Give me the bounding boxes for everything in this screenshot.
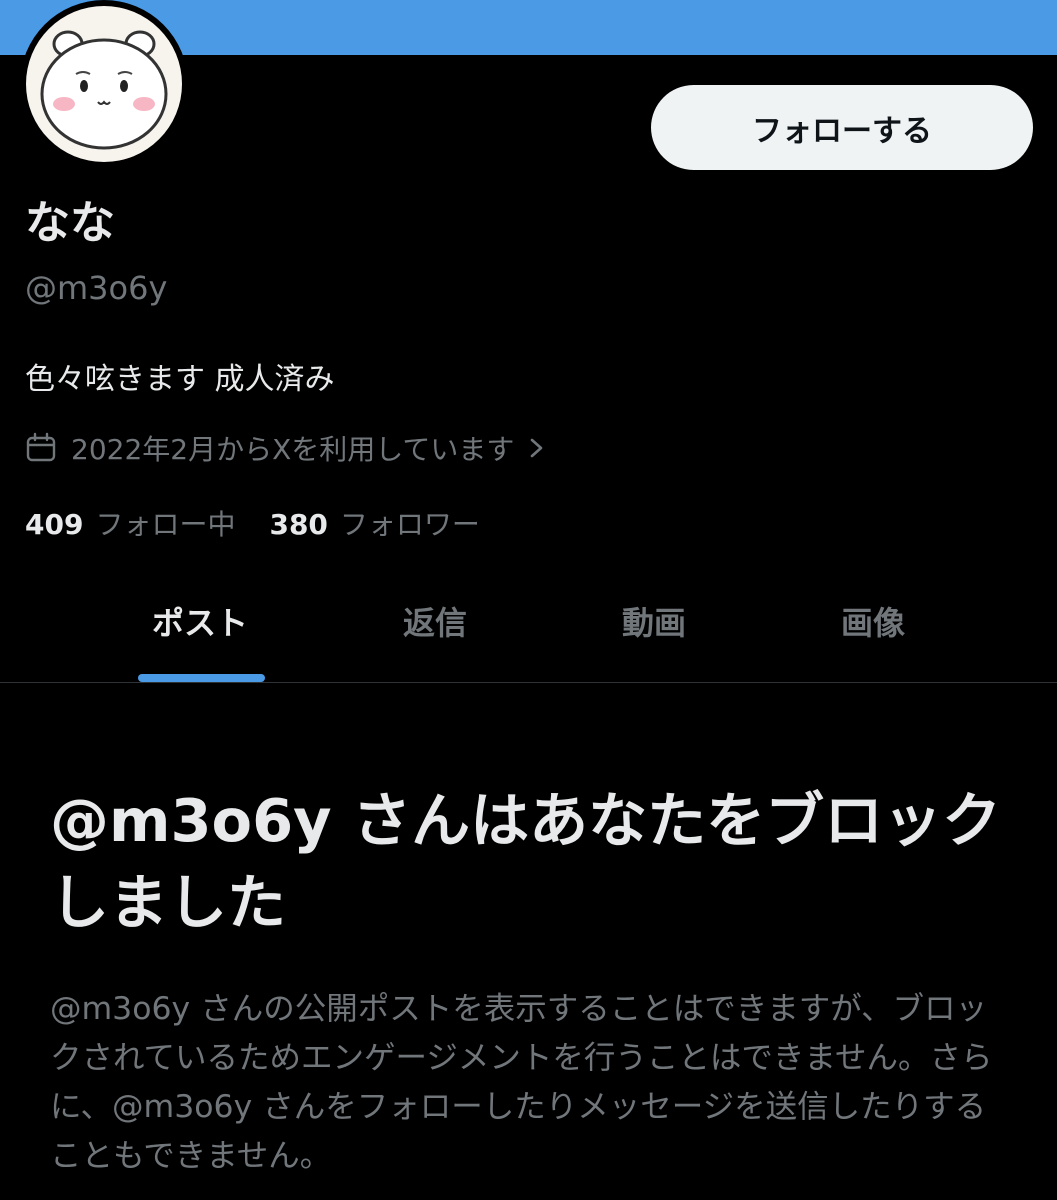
tab-replies[interactable]: 返信 xyxy=(355,590,515,682)
tab-posts[interactable]: ポスト xyxy=(120,590,280,682)
followers-count: 380 xyxy=(269,508,328,541)
display-name: なな xyxy=(25,196,116,249)
joined-date[interactable]: 2022年2月からXを利用しています xyxy=(25,428,548,468)
tabs-divider xyxy=(0,682,1057,683)
follow-stats: 409 フォロー中 380 フォロワー xyxy=(25,505,480,545)
following-count: 409 xyxy=(25,508,84,541)
follow-button[interactable]: フォローする xyxy=(651,85,1033,170)
profile-bio: 色々呟きます 成人済み xyxy=(25,362,335,397)
chevron-right-icon xyxy=(526,432,548,464)
following-stat[interactable]: 409 フォロー中 xyxy=(25,505,235,545)
blocked-title: @m3o6y さんはあなたをブロックしました xyxy=(50,786,1002,937)
profile-avatar[interactable] xyxy=(20,0,188,168)
bear-face-avatar-icon xyxy=(26,6,182,162)
followers-stat[interactable]: 380 フォロワー xyxy=(269,505,479,545)
tab-videos[interactable]: 動画 xyxy=(574,590,734,682)
blocked-description: @m3o6y さんの公開ポストを表示することはできますが、ブロックされているため… xyxy=(50,991,993,1174)
tab-images[interactable]: 画像 xyxy=(793,590,953,682)
active-tab-indicator xyxy=(138,674,265,682)
profile-handle: @m3o6y xyxy=(25,269,168,307)
calendar-icon xyxy=(25,432,57,464)
following-label: フォロー中 xyxy=(95,508,236,541)
followers-label: フォロワー xyxy=(339,508,480,541)
joined-label: 2022年2月からXを利用しています xyxy=(71,433,515,466)
profile-tabs: ポスト 返信 動画 画像 xyxy=(0,590,1057,682)
